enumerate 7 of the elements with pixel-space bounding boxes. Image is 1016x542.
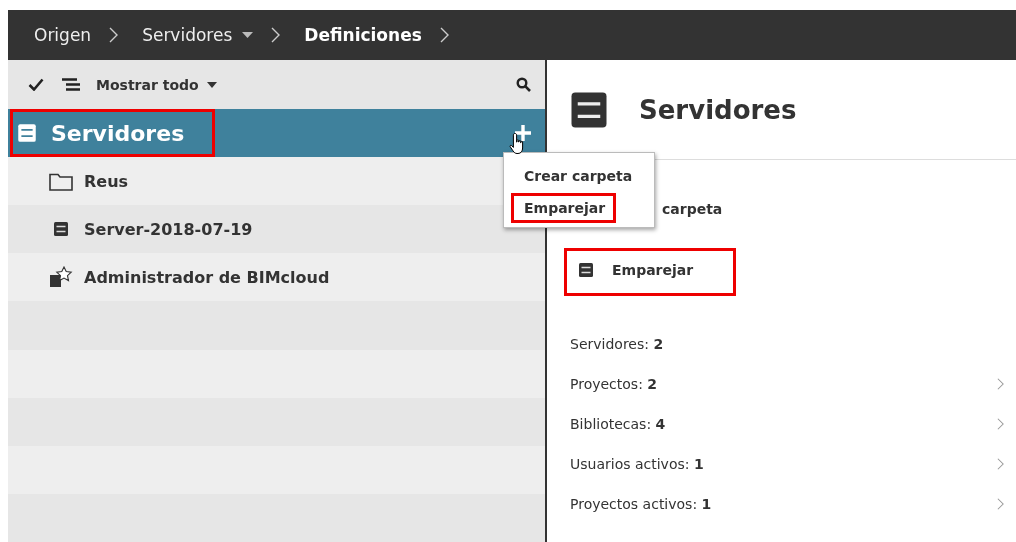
stat-text: Bibliotecas: 4: [570, 416, 667, 432]
stat-text: Usuarios activos: 1: [570, 456, 705, 472]
panel-title: Servidores: [639, 94, 797, 125]
stat-text: Servidores: 2: [570, 336, 665, 352]
stat-text: Proyectos activos: 1: [570, 496, 713, 512]
stat-text: Proyectos: 2: [570, 376, 659, 392]
tree-root-label: Servidores: [51, 120, 185, 146]
